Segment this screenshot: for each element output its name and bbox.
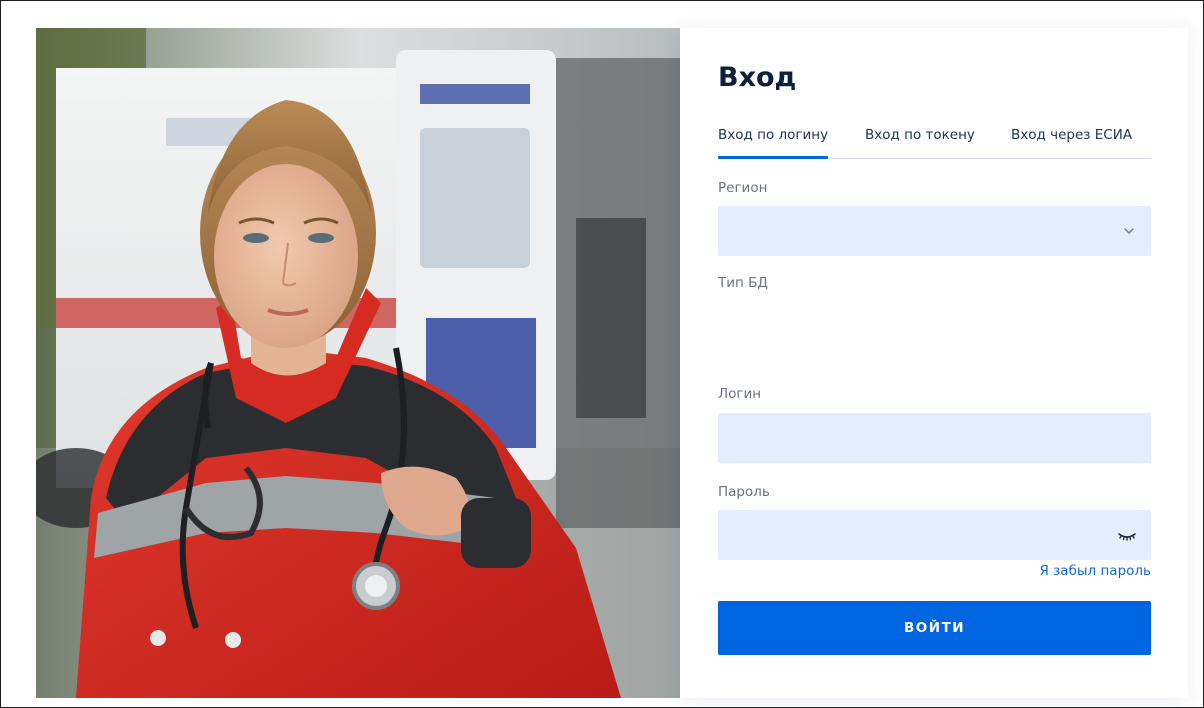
forgot-password-link[interactable]: Я забыл пароль (1039, 562, 1151, 580)
tab-login-via-esia[interactable]: Вход через ЕСИА (1011, 125, 1132, 145)
tab-login-by-token[interactable]: Вход по токену (865, 125, 975, 145)
login-card: Вход Вход по логину Вход по токену Вход … (680, 28, 1188, 698)
password-label: Пароль (718, 484, 770, 500)
password-field-wrap[interactable] (718, 510, 1151, 560)
region-label: Регион (718, 180, 768, 196)
login-input[interactable] (718, 413, 1151, 463)
region-input[interactable] (718, 206, 1151, 256)
chevron-down-icon[interactable] (1121, 223, 1137, 239)
eye-closed-icon[interactable] (1115, 525, 1139, 545)
tab-login-by-username[interactable]: Вход по логину (718, 125, 829, 159)
login-page: Вход Вход по логину Вход по токену Вход … (0, 0, 1204, 708)
page-title: Вход (718, 62, 797, 93)
login-tabs: Вход по логину Вход по токену Вход через… (718, 125, 1151, 159)
region-select[interactable] (718, 206, 1151, 256)
password-input[interactable] (718, 510, 1151, 560)
db-type-label: Тип БД (718, 275, 768, 291)
login-submit-button[interactable]: ВОЙТИ (718, 601, 1151, 655)
paramedic-photo (36, 28, 687, 698)
login-label: Логин (718, 386, 762, 402)
